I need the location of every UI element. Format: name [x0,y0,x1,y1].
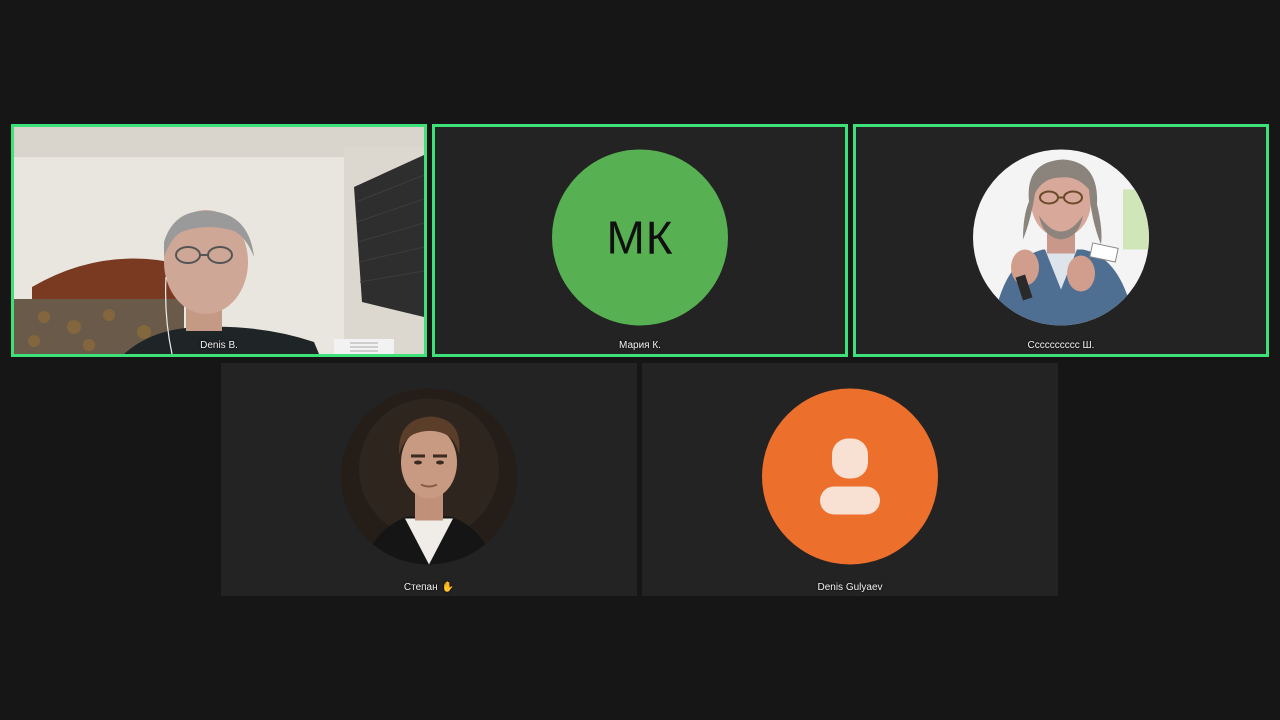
video-call-grid: Denis B. МК Мария К. Сссссссссс Ш. Степа… [0,0,1280,720]
video-feed [14,127,424,354]
participant-tile-stepan[interactable]: Степан ✋ [221,363,637,596]
participant-name: Denis Gulyaev [817,582,883,593]
participant-name-tag: Мария К. [435,340,845,352]
participant-name-tag: Denis B. [14,340,424,352]
avatar-initials: МК [606,210,674,263]
raised-hand-icon: ✋ [441,582,455,593]
participant-name-tag: Сссссссссс Ш. [856,340,1266,352]
participant-name: Denis B. [200,340,238,351]
participant-name-tag: Denis Gulyaev [642,582,1058,594]
participant-tile-s-sh[interactable]: Сссссссссс Ш. [853,124,1269,357]
initials-avatar: МК [552,148,728,325]
participant-tile-maria-k[interactable]: МК Мария К. [432,124,848,357]
placeholder-avatar [762,387,938,564]
participant-name: Степан [403,582,438,593]
avatar-photo [341,387,517,564]
avatar-photo [973,148,1149,325]
photo-avatar [973,148,1149,325]
participant-name: Сссссссссс Ш. [1027,340,1095,351]
photo-avatar [341,387,517,564]
participant-tile-denis-b[interactable]: Denis B. [11,124,427,357]
participant-name: Мария К. [619,340,661,351]
participant-name-tag: Степан ✋ [221,582,637,594]
user-icon [820,437,880,514]
participant-tile-denis-gulyaev[interactable]: Denis Gulyaev [642,363,1058,596]
